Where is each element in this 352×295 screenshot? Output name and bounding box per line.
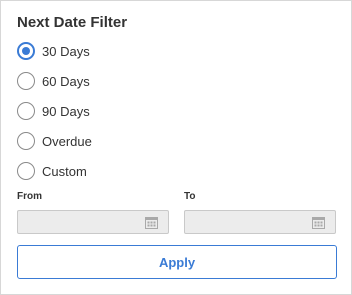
- radio-30-days[interactable]: [17, 42, 35, 60]
- radio-60-days[interactable]: [17, 72, 35, 90]
- to-date-field[interactable]: [184, 210, 336, 234]
- option-label: 30 Days: [42, 43, 90, 59]
- calendar-icon[interactable]: [312, 216, 325, 229]
- option-overdue[interactable]: Overdue: [17, 130, 92, 152]
- panel-title: Next Date Filter: [17, 14, 128, 31]
- option-label: 90 Days: [42, 103, 90, 119]
- option-30-days[interactable]: 30 Days: [17, 40, 90, 62]
- option-label: 60 Days: [42, 73, 90, 89]
- date-filter-panel: Next Date Filter 30 Days 60 Days 90 Days…: [0, 0, 352, 295]
- option-custom[interactable]: Custom: [17, 160, 87, 182]
- radio-custom[interactable]: [17, 162, 35, 180]
- option-label: Custom: [42, 163, 87, 179]
- calendar-icon[interactable]: [145, 216, 158, 229]
- radio-overdue[interactable]: [17, 132, 35, 150]
- option-label: Overdue: [42, 133, 92, 149]
- from-date-field[interactable]: [17, 210, 169, 234]
- option-90-days[interactable]: 90 Days: [17, 100, 90, 122]
- apply-button[interactable]: Apply: [17, 245, 337, 279]
- radio-90-days[interactable]: [17, 102, 35, 120]
- from-label: From: [17, 191, 42, 202]
- option-60-days[interactable]: 60 Days: [17, 70, 90, 92]
- to-label: To: [184, 191, 196, 202]
